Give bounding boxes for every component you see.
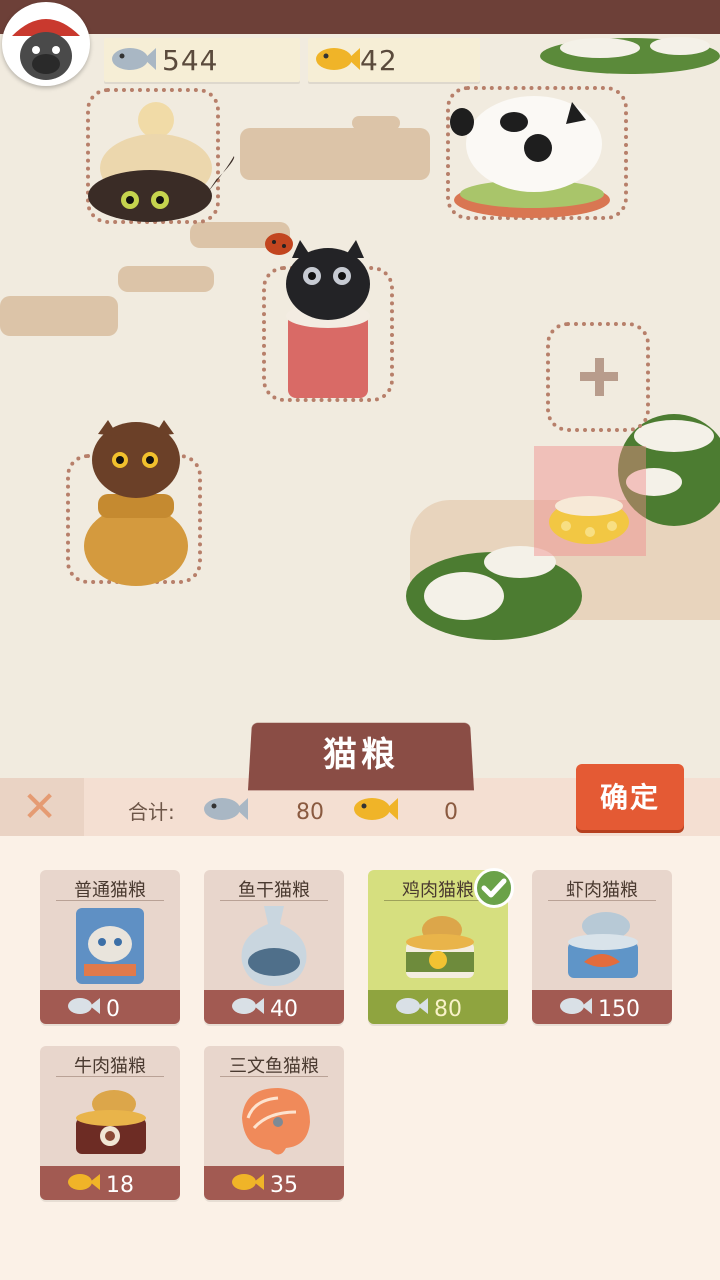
food-price: 0 xyxy=(106,997,120,1022)
total-label: 合计: xyxy=(128,800,175,824)
fish-icon xyxy=(396,998,428,1014)
fish-count: 544 xyxy=(162,44,219,77)
gold-fish-icon xyxy=(316,48,360,70)
food-name: 三文鱼猫粮 xyxy=(229,1056,319,1077)
divider xyxy=(220,900,328,901)
fish-icon xyxy=(112,48,156,70)
selected-check xyxy=(474,868,514,908)
stepping-stone xyxy=(240,128,430,180)
food-name: 鱼干猫粮 xyxy=(238,880,310,901)
food-card-beef[interactable]: 牛肉猫粮 18 xyxy=(40,1046,180,1200)
close-button[interactable]: ✕ xyxy=(0,778,84,836)
cat-yard-scene: 544 42 xyxy=(0,0,720,780)
beef-can-icon xyxy=(76,1090,146,1154)
kibble-bag-icon xyxy=(76,908,144,984)
food-name: 牛肉猫粮 xyxy=(74,1056,146,1077)
gold-fish-icon xyxy=(354,798,398,820)
close-icon: ✕ xyxy=(22,782,58,831)
empty-slot[interactable] xyxy=(546,322,650,432)
food-bowl-icon xyxy=(549,496,629,544)
chicken-can-icon xyxy=(406,916,474,978)
white-spotted-cat-icon xyxy=(450,96,610,218)
food-price: 18 xyxy=(106,1173,134,1198)
confirm-label: 确定 xyxy=(599,781,660,814)
confirm-button[interactable]: 确定 xyxy=(576,764,684,830)
shrimp-can-icon xyxy=(568,912,638,978)
food-bowl-slot-highlight[interactable] xyxy=(534,446,646,556)
stepping-stone xyxy=(118,266,214,292)
top-bar xyxy=(0,0,720,34)
brown-cat-in-pot-icon xyxy=(84,420,188,586)
ladybug-icon xyxy=(265,233,293,255)
black-cat-in-cup-icon xyxy=(286,240,370,398)
total-gold-cost: 0 xyxy=(444,800,458,825)
pug-avatar-icon xyxy=(12,19,80,80)
divider xyxy=(384,900,492,901)
food-card-shrimp[interactable]: 虾肉猫粮 150 xyxy=(532,870,672,1024)
panel-title: 猫粮 xyxy=(323,735,399,775)
fish-icon xyxy=(204,798,248,820)
cat-on-pudding-icon xyxy=(88,102,235,222)
stepping-stone xyxy=(0,296,118,336)
divider xyxy=(548,900,656,901)
gold-fish-icon xyxy=(68,1174,100,1190)
food-grid: 普通猫粮 0 鱼干猫粮 40 鸡肉猫粮 80 虾肉猫粮 150 牛肉猫粮 18 … xyxy=(0,836,720,1280)
food-price: 40 xyxy=(270,997,298,1022)
fish-icon xyxy=(68,998,100,1014)
food-price: 35 xyxy=(270,1173,298,1198)
bush-icon xyxy=(540,37,720,74)
check-icon xyxy=(481,878,507,898)
fish-counter: 544 xyxy=(104,38,300,82)
stepping-stone xyxy=(352,116,400,130)
gold-fish-icon xyxy=(232,1174,264,1190)
divider xyxy=(220,1076,328,1077)
gold-fish-counter: 42 xyxy=(308,38,480,82)
food-name: 虾肉猫粮 xyxy=(566,880,638,901)
fish-icon xyxy=(560,998,592,1014)
food-price: 150 xyxy=(598,997,640,1022)
salmon-steak-icon xyxy=(242,1088,310,1155)
food-card-dried-fish[interactable]: 鱼干猫粮 40 xyxy=(204,870,344,1024)
food-card-salmon[interactable]: 三文鱼猫粮 35 xyxy=(204,1046,344,1200)
divider xyxy=(56,900,164,901)
gold-fish-count: 42 xyxy=(360,44,398,77)
food-price: 80 xyxy=(434,997,462,1022)
fish-icon xyxy=(232,998,264,1014)
fish-pouch-icon xyxy=(241,906,307,986)
plus-icon xyxy=(580,358,618,396)
food-card-regular[interactable]: 普通猫粮 0 xyxy=(40,870,180,1024)
divider xyxy=(56,1076,164,1077)
food-name: 普通猫粮 xyxy=(74,880,146,901)
player-avatar[interactable] xyxy=(2,2,90,86)
total-fish-cost: 80 xyxy=(296,800,324,825)
